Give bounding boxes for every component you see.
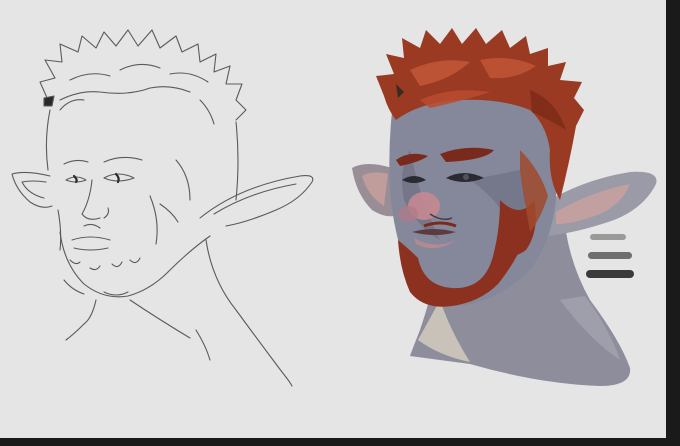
bottom-edge-bar [0, 438, 680, 446]
right-edge-bar [666, 0, 680, 446]
color-swatch-dark [586, 270, 634, 278]
art-canvas [0, 0, 680, 446]
artwork-svg [11, 28, 657, 387]
color-swatch-mid [588, 252, 632, 259]
line-sketch [11, 29, 314, 387]
color-swatch-light [590, 234, 626, 240]
painted-portrait [352, 28, 657, 386]
